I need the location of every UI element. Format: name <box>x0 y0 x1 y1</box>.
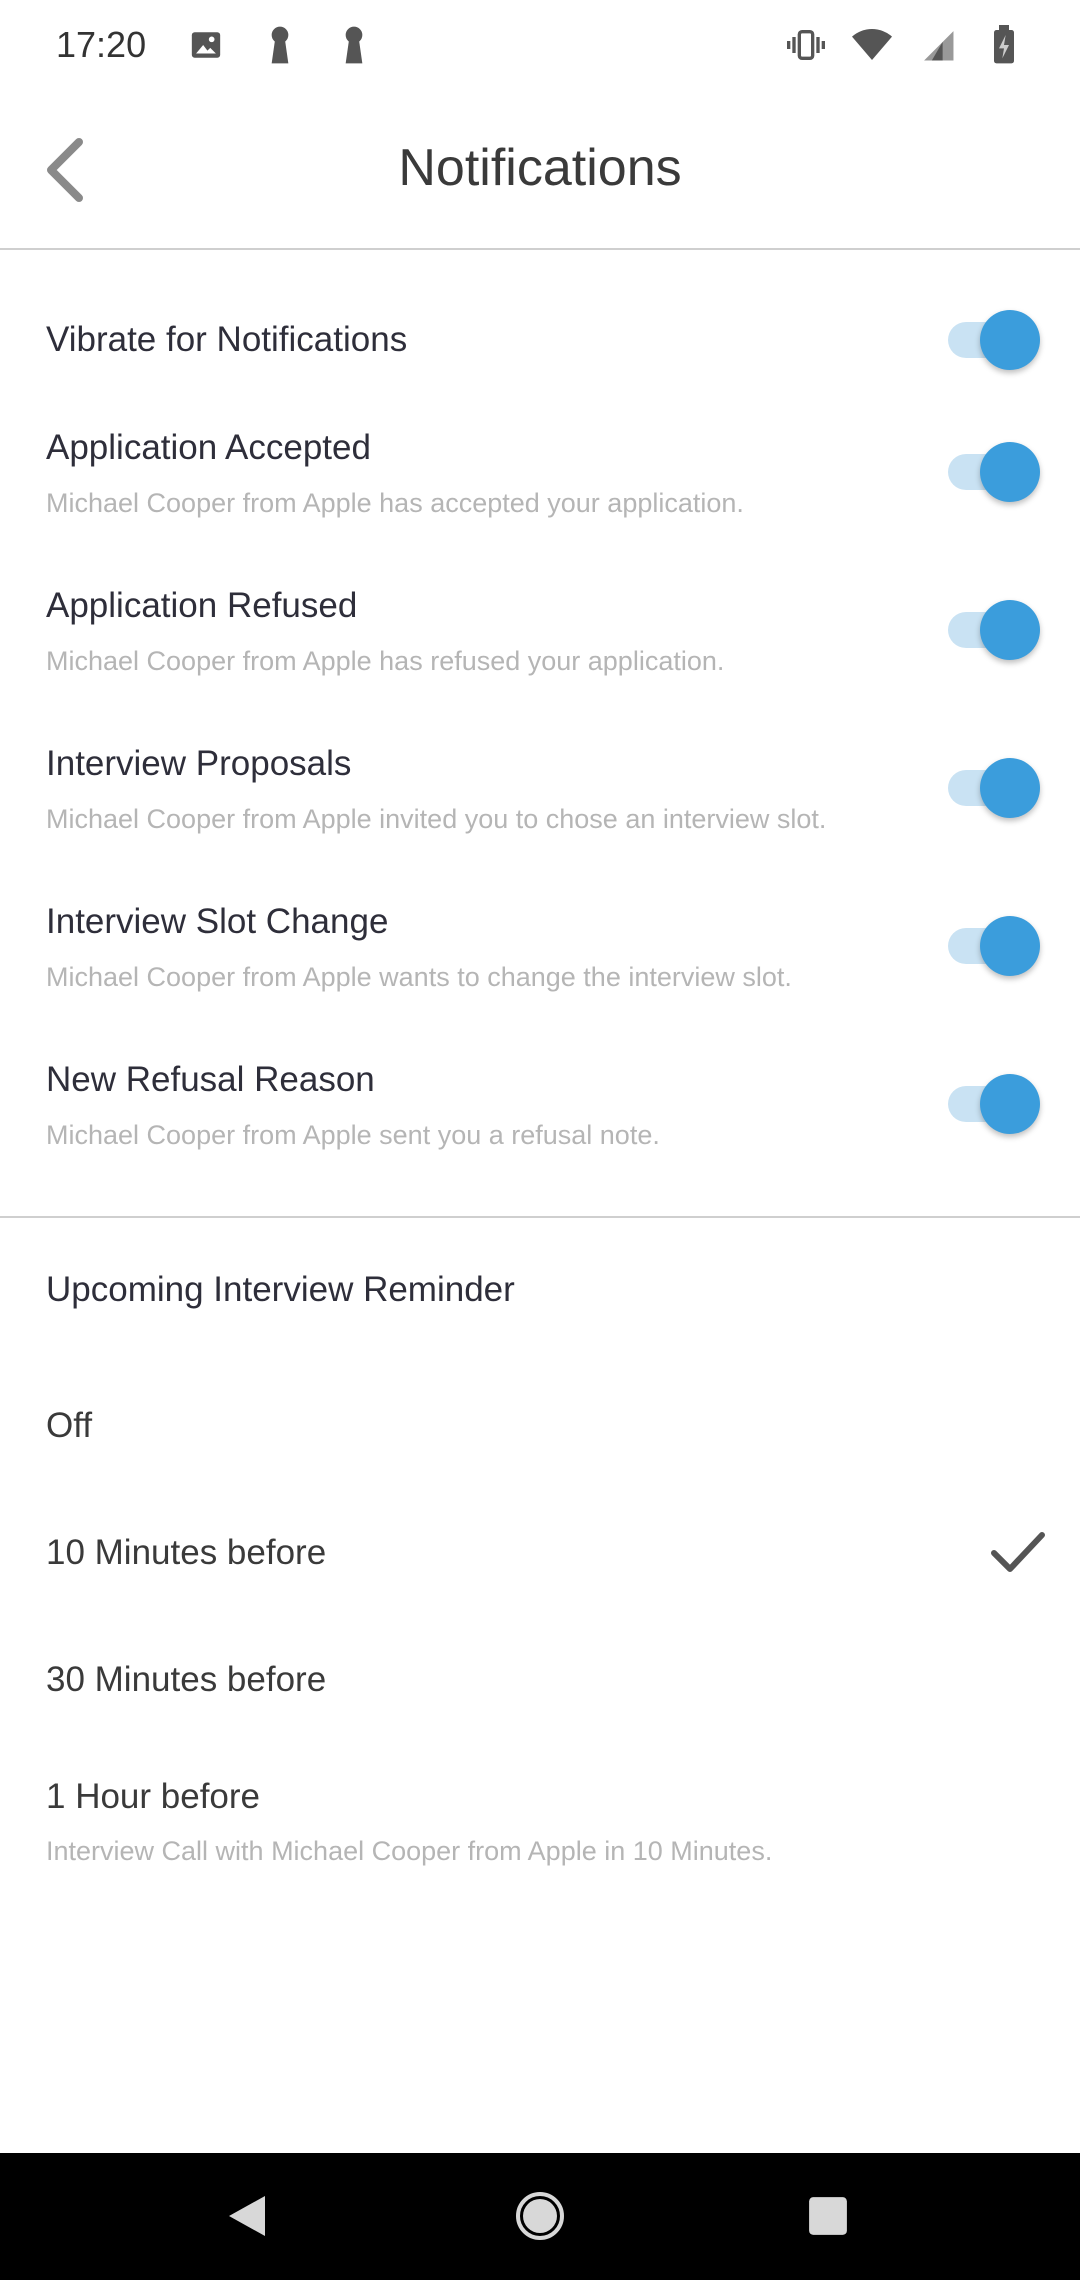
setting-title: Interview Proposals <box>46 744 352 783</box>
reminder-option-off[interactable]: Off <box>0 1370 1080 1480</box>
toggle-thumb <box>980 1074 1040 1134</box>
setting-title: Application Accepted <box>46 428 371 467</box>
setting-subtitle: Michael Cooper from Apple has accepted y… <box>46 488 744 518</box>
image-icon <box>186 25 226 65</box>
vibrate-toggle[interactable] <box>948 300 1044 380</box>
setting-title: Application Refused <box>46 586 358 625</box>
recents-square-icon <box>809 2197 847 2235</box>
toggle-thumb <box>980 916 1040 976</box>
setting-subtitle: Michael Cooper from Apple sent you a ref… <box>46 1120 660 1150</box>
battery-charging-icon <box>984 25 1024 65</box>
setting-subtitle: Michael Cooper from Apple wants to chang… <box>46 962 792 992</box>
wifi-icon <box>852 25 892 65</box>
checkmark-icon <box>991 1532 1045 1572</box>
vibrate-icon <box>786 25 826 65</box>
option-label: 1 Hour before <box>46 1777 261 1816</box>
option-label: Off <box>46 1406 93 1445</box>
status-time: 17:20 <box>56 24 147 65</box>
signal-icon <box>918 25 958 65</box>
setting-title: New Refusal Reason <box>46 1060 375 1099</box>
reminder-preview-note: Interview Call with Michael Cooper from … <box>46 1836 773 1866</box>
top-app-bar: Notifications <box>0 90 1080 250</box>
nav-recents-button[interactable] <box>793 2181 863 2251</box>
interview-slot-change-toggle[interactable] <box>948 906 1044 986</box>
status-bar: 17:20 <box>0 0 1080 90</box>
interview-proposals-toggle[interactable] <box>948 748 1044 828</box>
notifications-screen: 17:20 Notifications Vibrate for Notifica… <box>0 0 1080 2280</box>
reminder-option-10-minutes[interactable]: 10 Minutes before <box>0 1497 1080 1607</box>
option-label: 30 Minutes before <box>46 1660 327 1699</box>
setting-title: Vibrate for Notifications <box>46 320 408 359</box>
system-nav-bar <box>0 2153 1080 2280</box>
toggle-thumb <box>980 758 1040 818</box>
nav-back-button[interactable] <box>212 2181 282 2251</box>
home-circle-icon <box>516 2192 564 2240</box>
back-triangle-icon <box>229 2196 265 2236</box>
application-refused-toggle[interactable] <box>948 590 1044 670</box>
setting-row-vibrate[interactable]: Vibrate for Notifications <box>0 300 1080 380</box>
setting-row-interview-slot-change[interactable]: Interview Slot Change Michael Cooper fro… <box>0 898 1080 1018</box>
setting-row-application-accepted[interactable]: Application Accepted Michael Cooper from… <box>0 424 1080 544</box>
nav-home-button[interactable] <box>505 2181 575 2251</box>
setting-subtitle: Michael Cooper from Apple invited you to… <box>46 804 827 834</box>
option-label: 10 Minutes before <box>46 1533 327 1572</box>
toggle-thumb <box>980 442 1040 502</box>
toggle-thumb <box>980 600 1040 660</box>
section-divider <box>0 1216 1080 1218</box>
section-heading: Upcoming Interview Reminder <box>46 1270 515 1309</box>
page-title: Notifications <box>398 139 682 197</box>
keyhole-icon <box>260 25 300 65</box>
application-accepted-toggle[interactable] <box>948 432 1044 512</box>
setting-title: Interview Slot Change <box>46 902 389 941</box>
toggle-thumb <box>980 310 1040 370</box>
reminder-option-30-minutes[interactable]: 30 Minutes before <box>0 1624 1080 1734</box>
keyhole-icon <box>334 25 374 65</box>
reminder-option-1-hour[interactable]: 1 Hour before <box>0 1741 1080 1851</box>
setting-row-new-refusal-reason[interactable]: New Refusal Reason Michael Cooper from A… <box>0 1056 1080 1176</box>
setting-subtitle: Michael Cooper from Apple has refused yo… <box>46 646 725 676</box>
setting-row-interview-proposals[interactable]: Interview Proposals Michael Cooper from … <box>0 740 1080 860</box>
new-refusal-reason-toggle[interactable] <box>948 1064 1044 1144</box>
setting-row-application-refused[interactable]: Application Refused Michael Cooper from … <box>0 582 1080 702</box>
